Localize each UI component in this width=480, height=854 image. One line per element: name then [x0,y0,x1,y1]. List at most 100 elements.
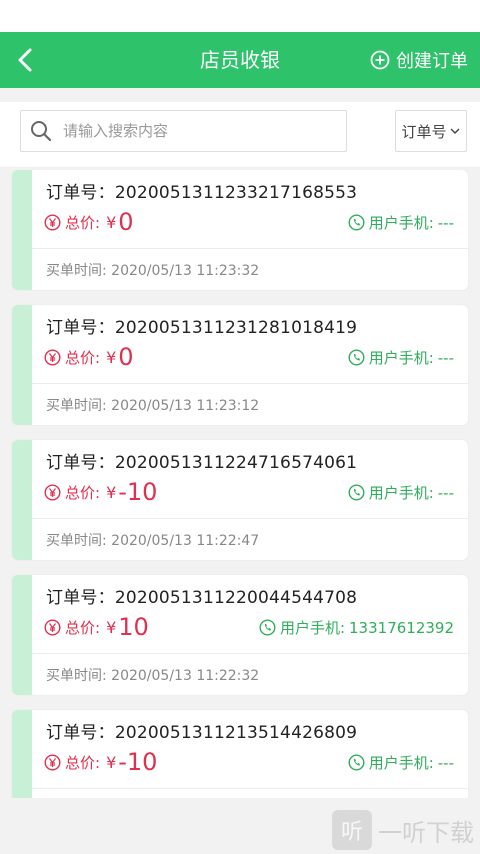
phone-label: 用户手机: [368,349,434,367]
total-value: 10 [118,613,149,641]
phone-circle-icon [348,754,365,771]
currency-symbol: ¥ [106,617,117,637]
yen-circle-icon [44,213,61,231]
currency-symbol: ¥ [106,752,117,772]
total-value: -10 [118,478,158,506]
price-row: 总价: ¥ 10 [44,611,149,643]
purchase-time: 买单时间: 2020/05/13 11:22:32 [46,665,259,685]
phone-circle-icon [348,484,365,501]
card-accent-bar [12,170,32,290]
yen-circle-icon [44,618,61,636]
status-bar [0,0,480,32]
search-icon [31,121,52,142]
order-number-value: 20200513112332171685​53 [114,183,358,203]
card-accent-bar [12,305,32,425]
order-card[interactable]: 订单号：20200513112312810184​19 总价: ¥ 0 用户手机… [12,305,468,425]
order-number: 订单号：20200513112135144268​09 [46,718,357,743]
search-input[interactable] [63,122,323,140]
currency-symbol: ¥ [106,482,117,502]
card-accent-bar [12,710,32,798]
card-divider [32,383,468,384]
phone-label: 用户手机: [368,484,434,502]
yen-circle-icon [44,348,61,366]
total-label: 总价: [65,618,101,637]
yen-circle-icon [44,483,61,501]
user-phone: 用户手机: --- [348,752,454,773]
phone-value: --- [437,213,454,232]
purchase-time-label: 买单时间: [46,398,107,414]
purchase-time: 买单时间: 2020/05/13 11:23:32 [46,260,259,280]
order-number: 订单号：20200513112312810184​19 [46,313,357,338]
order-number-value: 20200513112200445447​08 [114,588,358,608]
total-label: 总价: [65,348,101,367]
yen-circle-icon [44,753,61,771]
order-card[interactable]: 订单号：20200513112247165740​61 总价: ¥ -10 用户… [12,440,468,560]
purchase-time-value: 2020/05/13 11:23:12 [111,398,260,414]
app-header: 店员收银 创建订单 [0,32,480,88]
purchase-time-label: 买单时间: [46,533,107,549]
total-label: 总价: [65,753,101,772]
order-number-label: 订单号： [46,318,115,338]
price-row: 总价: ¥ 0 [44,341,134,373]
card-accent-bar [12,440,32,560]
order-number-label: 订单号： [46,453,115,473]
total-value: -10 [118,748,158,776]
card-accent-bar [12,575,32,695]
phone-label: 用户手机: [368,214,434,232]
filter-select[interactable]: 订单号 [395,110,467,152]
plus-circle-icon [370,50,390,70]
order-list: 订单号：20200513112332171685​53 总价: ¥ 0 用户手机… [0,170,480,798]
total-label: 总价: [65,213,101,232]
create-order-label: 创建订单 [396,51,468,72]
price-row: 总价: ¥ -10 [44,476,157,508]
phone-label: 用户手机: [279,619,346,637]
purchase-time-value: 2020/05/13 11:23:32 [111,263,260,279]
order-number-value: 20200513112312810184​19 [114,318,358,338]
order-number-label: 订单号： [46,588,115,608]
order-card[interactable]: 订单号：20200513112332171685​53 总价: ¥ 0 用户手机… [12,170,468,290]
filter-label: 订单号 [401,122,447,141]
order-card[interactable]: 订单号：20200513112200445447​08 总价: ¥ 10 用户手… [12,575,468,695]
purchase-time-label: 买单时间: [46,668,107,684]
user-phone: 用户手机: --- [348,212,454,233]
order-number-label: 订单号： [46,723,115,743]
phone-circle-icon [259,619,276,636]
purchase-time-value: 2020/05/13 11:22:47 [111,533,260,549]
card-divider [32,788,468,789]
order-number-value: 20200513112135144268​09 [114,723,358,743]
purchase-time: 买单时间: 2020/05/13 11:23:12 [46,395,259,415]
card-divider [32,653,468,654]
total-label: 总价: [65,483,101,502]
total-value: 0 [118,208,134,236]
search-box[interactable] [20,110,347,152]
phone-circle-icon [348,214,365,231]
user-phone: 用户手机: --- [348,347,454,368]
phone-value: --- [437,753,454,772]
total-value: 0 [118,343,134,371]
create-order-button[interactable]: 创建订单 [370,32,468,88]
watermark-logo: 听 [332,810,372,850]
phone-value: 13317612392 [349,618,454,637]
card-divider [32,518,468,519]
chevron-down-icon [450,128,459,134]
order-number-value: 20200513112247165740​61 [114,453,358,473]
phone-value: --- [437,483,454,502]
phone-label: 用户手机: [368,754,434,772]
order-number-label: 订单号： [46,183,115,203]
spacer [0,88,480,102]
user-phone: 用户手机: --- [348,482,454,503]
card-divider [32,248,468,249]
phone-circle-icon [348,349,365,366]
purchase-time-label: 买单时间: [46,263,107,279]
watermark: 听 一听下载 [332,810,474,850]
price-row: 总价: ¥ 0 [44,206,134,238]
currency-symbol: ¥ [106,347,117,367]
price-row: 总价: ¥ -10 [44,746,157,778]
purchase-time: 买单时间: 2020/05/13 11:22:47 [46,530,259,550]
order-number: 订单号：20200513112332171685​53 [46,178,357,203]
currency-symbol: ¥ [106,212,117,232]
search-bar: 订单号 [0,102,480,168]
purchase-time-value: 2020/05/13 11:22:32 [111,668,260,684]
watermark-text: 一听下载 [378,818,474,847]
order-card[interactable]: 订单号：20200513112135144268​09 总价: ¥ -10 用户… [12,710,468,798]
